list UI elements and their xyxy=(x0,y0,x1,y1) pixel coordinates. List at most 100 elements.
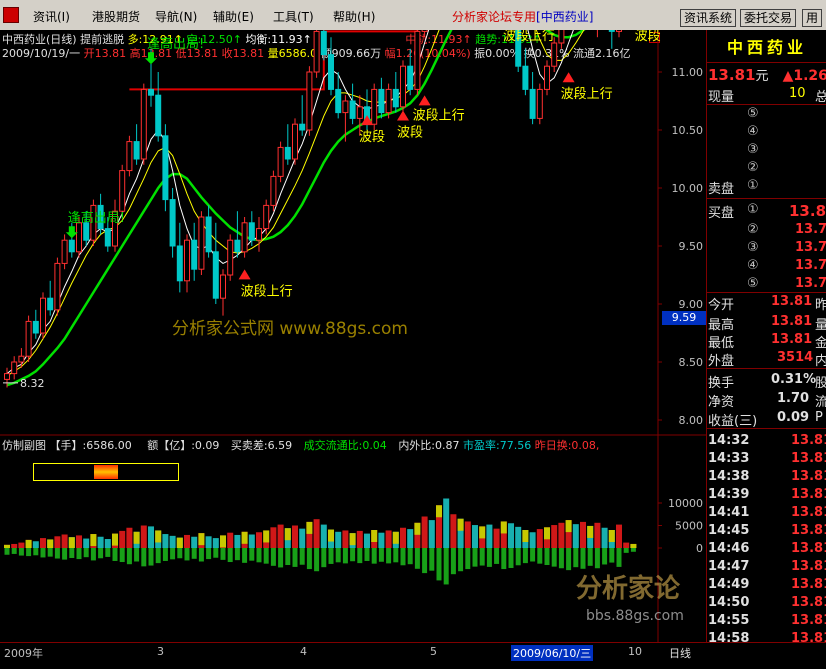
candle-body xyxy=(356,106,363,119)
candle-body xyxy=(76,222,82,253)
volume-bar-top xyxy=(284,528,291,541)
volume-neg-bar xyxy=(407,548,413,565)
candle-body xyxy=(551,42,558,67)
buy-signal-triangle-icon xyxy=(397,110,409,121)
candle-body xyxy=(119,170,126,212)
tick-price: 13.81 xyxy=(791,469,826,484)
volume-bar-top xyxy=(155,530,162,543)
volume-bar xyxy=(227,532,234,548)
candle-body xyxy=(133,141,140,160)
volume-bar xyxy=(299,528,306,548)
sell-level-1: ① xyxy=(747,178,759,193)
volume-bar xyxy=(356,530,363,548)
tick-row: 14:39 13.81 xyxy=(707,487,826,505)
app-logo-icon xyxy=(3,7,19,23)
divider xyxy=(707,368,826,369)
volume-neg-bar xyxy=(566,548,572,571)
period-label[interactable]: 日线 xyxy=(669,645,691,661)
current-volume-label: 现量 xyxy=(708,90,735,105)
current-volume-value: 10 xyxy=(789,86,806,101)
menu-item-help[interactable]: 帮助(H) xyxy=(333,8,375,25)
volume-neg-bar xyxy=(515,548,521,566)
news-system-button[interactable]: 资讯系统 xyxy=(680,9,737,27)
stat-label: 外盘 xyxy=(708,354,735,369)
volume-neg-bar xyxy=(69,548,75,558)
volume-neg-bar xyxy=(486,548,492,567)
candle-body xyxy=(270,175,277,206)
volume-bar-top xyxy=(68,537,75,548)
time-axis-label: 3 xyxy=(157,645,164,658)
tick-price: 13.81 xyxy=(791,595,826,610)
buy-level-num: ① xyxy=(747,202,759,217)
tick-price: 13.81 xyxy=(791,559,826,574)
tick-time: 14:46 xyxy=(708,541,750,556)
candle-body xyxy=(212,251,219,299)
volume-bar-top xyxy=(587,525,594,538)
stat-extra: P xyxy=(815,410,823,425)
volume-neg-bar xyxy=(393,548,399,563)
candle-body xyxy=(536,88,543,119)
tick-time: 14:49 xyxy=(708,577,750,592)
volume-neg-bar xyxy=(47,548,53,557)
menu-item-news[interactable]: 资讯(I) xyxy=(33,8,70,25)
kline-chart-area[interactable]: 中西药业(日线) 提前逃脱 多:12.91↑ 空:12.50↑ 均衡:11.93… xyxy=(0,30,706,650)
volume-neg-bar xyxy=(530,548,536,562)
menu-item-tools[interactable]: 工具(T) xyxy=(273,8,314,25)
candle-body xyxy=(277,146,284,177)
buy-signal-text: 波段上行 xyxy=(503,30,555,44)
stat-value: 0.31% xyxy=(771,372,817,387)
buy-label: 买盘 xyxy=(708,206,735,221)
tick-row: 14:46 13.81 xyxy=(707,541,826,559)
tick-price: 13.81 xyxy=(791,541,826,556)
candle-body xyxy=(558,30,565,44)
volume-neg-bar xyxy=(278,548,284,568)
sell-level-3: ③ xyxy=(747,142,759,157)
price-axis-label: 10.00 xyxy=(672,182,704,195)
subchart-legend-box xyxy=(33,463,179,481)
tick-time: 14:38 xyxy=(708,469,750,484)
volume-bar xyxy=(616,524,622,548)
menu-item-navigate[interactable]: 导航(N) xyxy=(155,8,197,25)
candle-body xyxy=(544,65,550,90)
volume-neg-bar xyxy=(537,548,543,564)
volume-bar xyxy=(11,543,18,548)
volume-neg-bar xyxy=(184,548,190,561)
volume-bar xyxy=(342,530,349,548)
volume-neg-bar xyxy=(508,548,514,568)
volume-neg-bar xyxy=(18,548,24,556)
candle-body xyxy=(392,88,399,108)
divider xyxy=(707,104,826,105)
subchart-amount: 额【亿】:0.09 xyxy=(147,439,220,452)
menu-item-assist[interactable]: 辅助(E) xyxy=(213,8,254,25)
volume-neg-bar xyxy=(342,548,348,564)
volume-neg-bar xyxy=(436,548,442,581)
stat-extra: 昨 xyxy=(815,298,826,313)
current-price-box: 9.59 xyxy=(662,311,706,325)
stat-extra: 内 xyxy=(815,354,826,369)
stat-label: 收益(三) xyxy=(708,414,758,429)
buy-signal-text: 波段上行 xyxy=(413,108,465,123)
volume-bar xyxy=(558,522,565,548)
volume-neg-bar xyxy=(386,548,392,564)
candle-body xyxy=(169,199,176,247)
tick-time: 14:50 xyxy=(708,595,750,610)
volume-bar xyxy=(148,526,154,548)
low-price-label: 8.32 xyxy=(20,377,45,390)
sell-signal-arrow-icon xyxy=(145,52,157,65)
volume-neg-bar xyxy=(429,548,435,571)
volume-bar xyxy=(248,534,255,548)
volume-neg-bar xyxy=(270,548,276,566)
candle-body xyxy=(104,228,111,247)
extra-button[interactable]: 用 xyxy=(802,9,823,27)
volume-bar-top xyxy=(436,505,442,518)
volume-neg-bar xyxy=(263,548,269,564)
trade-order-button[interactable]: 委托交易 xyxy=(740,9,797,27)
buy-signal-text: 波段 xyxy=(397,125,423,140)
candle-body xyxy=(292,123,298,160)
volume-neg-bar xyxy=(177,548,183,559)
stat-row: 今开 13.81 昨 xyxy=(707,294,826,313)
volume-bar xyxy=(61,534,68,548)
volume-bar xyxy=(104,539,111,548)
candle-body xyxy=(371,88,378,125)
menu-item-hk-futures[interactable]: 港股期货 xyxy=(92,8,140,25)
